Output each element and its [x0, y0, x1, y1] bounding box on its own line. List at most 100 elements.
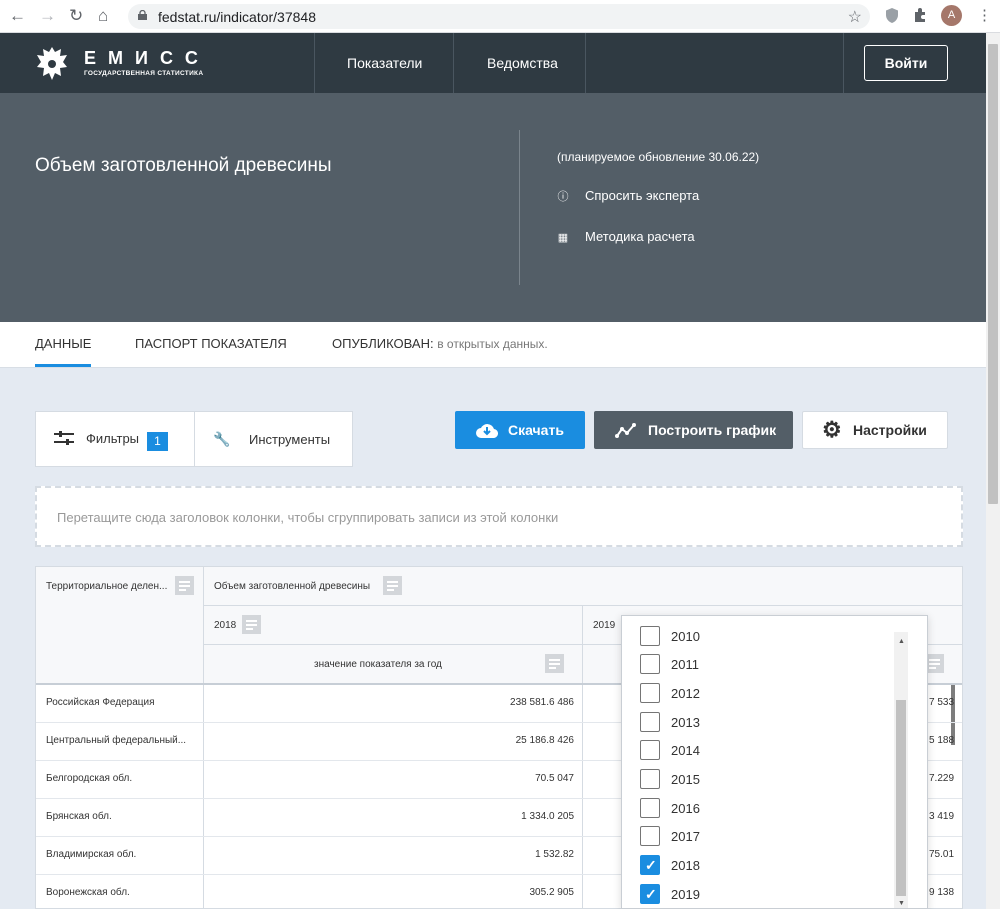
group-drop-zone[interactable]: Перетащите сюда заголовок колонки, чтобы…: [35, 486, 963, 547]
nav-indicators[interactable]: Показатели: [347, 55, 422, 71]
tool-divider: [194, 412, 195, 466]
column-menu-icon[interactable]: [383, 576, 402, 595]
year-option-label: 2010: [671, 629, 700, 644]
active-tab-indicator: [35, 364, 91, 367]
line-chart-icon: [615, 423, 636, 438]
back-icon[interactable]: ←: [9, 7, 26, 25]
question-circle-icon: ⓘ: [557, 191, 569, 203]
year-checkbox-checked[interactable]: [640, 884, 660, 904]
url-text: fedstat.ru/indicator/37848: [158, 9, 316, 25]
reload-icon[interactable]: ↻: [69, 7, 83, 25]
wrench-icon: 🔧: [213, 431, 231, 447]
calculator-icon: ▦: [557, 232, 569, 244]
browser-toolbar: ← → ↻ ⌂ fedstat.ru/indicator/37848 ☆ A ⋮: [0, 0, 1000, 33]
nav-divider: [314, 33, 315, 93]
row-value-2018: 1 334.0 205: [521, 811, 574, 822]
login-button[interactable]: Войти: [864, 45, 948, 81]
sub-header-annual-value: значение показателя за год: [314, 659, 442, 670]
address-bar[interactable]: fedstat.ru/indicator/37848 ☆: [128, 4, 870, 29]
year-checkbox[interactable]: [640, 826, 660, 846]
profile-avatar[interactable]: A: [941, 5, 962, 26]
row-territory: Российская Федерация: [46, 697, 155, 708]
column-header-territory[interactable]: Территориальное делен...: [46, 581, 167, 592]
nav-divider: [585, 33, 586, 93]
published-status: ОПУБЛИКОВАН: в открытых данных.: [332, 336, 548, 351]
year-checkbox[interactable]: [640, 626, 660, 646]
extensions-icon[interactable]: [913, 8, 928, 23]
cloud-download-icon: [476, 424, 498, 438]
year-checkbox[interactable]: [640, 798, 660, 818]
column-menu-icon[interactable]: [242, 615, 261, 634]
gear-icon: ⚙: [822, 417, 842, 442]
year-option-label: 2014: [671, 743, 700, 758]
tools-label: Инструменты: [249, 432, 331, 447]
bookmark-star-icon[interactable]: ☆: [848, 7, 862, 27]
group-zone-hint: Перетащите сюда заголовок колонки, чтобы…: [57, 510, 559, 525]
nav-agencies[interactable]: Ведомства: [487, 55, 558, 71]
filters-button[interactable]: Фильтры 1: [54, 431, 169, 451]
column-menu-icon[interactable]: [175, 576, 194, 595]
row-value-2018: 70.5 047: [535, 773, 574, 784]
year-checkbox[interactable]: [640, 712, 660, 732]
row-value-2018: 25 186.8 426: [515, 735, 574, 746]
download-button[interactable]: Скачать: [455, 411, 585, 449]
row-territory: Центральный федеральный...: [46, 735, 187, 746]
shield-icon[interactable]: [886, 8, 898, 23]
row-value-2019: 9 138: [929, 887, 955, 898]
nav-divider: [453, 33, 454, 93]
logo-title[interactable]: ЕМИСС: [84, 48, 210, 69]
row-value-2019: 7 533: [929, 697, 955, 708]
row-value-2019: 5 188: [929, 735, 955, 746]
row-territory: Воронежская обл.: [46, 887, 130, 898]
column-header-year-2018[interactable]: 2018: [214, 620, 236, 631]
column-menu-icon[interactable]: [545, 654, 564, 673]
methodology-label: Методика расчета: [585, 229, 695, 244]
ask-expert-link[interactable]: ⓘ Спросить эксперта: [557, 188, 700, 204]
filters-label: Фильтры: [86, 431, 140, 446]
row-territory: Белгородская обл.: [46, 773, 133, 784]
row-value-2019: 75.01: [929, 849, 955, 860]
year-option-label: 2012: [671, 686, 700, 701]
year-checkbox[interactable]: [640, 654, 660, 674]
nav-divider: [843, 33, 844, 93]
forward-icon[interactable]: →: [39, 7, 56, 25]
published-value: в открытых данных.: [437, 337, 548, 351]
methodology-link[interactable]: ▦ Методика расчета: [557, 229, 695, 244]
year-checkbox-checked[interactable]: [640, 855, 660, 875]
scroll-down-arrow-icon[interactable]: ▼: [898, 900, 905, 907]
column-header-measure[interactable]: Объем заготовленной древесины: [214, 581, 370, 592]
hero-divider: [519, 130, 520, 285]
column-header-year-2019[interactable]: 2019: [593, 620, 615, 631]
tab-bar: ДАННЫЕ ПАСПОРТ ПОКАЗАТЕЛЯ ОПУБЛИКОВАН: в…: [0, 322, 986, 368]
ask-expert-label: Спросить эксперта: [585, 188, 700, 203]
year-checkbox[interactable]: [640, 740, 660, 760]
row-territory: Брянская обл.: [46, 811, 112, 822]
dropdown-scrollbar-thumb[interactable]: [896, 700, 906, 896]
filter-tools-panel: Фильтры 1 🔧 Инструменты: [35, 411, 353, 467]
row-value-2018: 238 581.6 486: [510, 697, 574, 708]
build-chart-button[interactable]: Построить график: [594, 411, 793, 449]
row-territory: Владимирская обл.: [46, 849, 137, 860]
home-icon[interactable]: ⌂: [98, 7, 108, 25]
year-checkbox[interactable]: [640, 769, 660, 789]
scroll-up-arrow-icon[interactable]: ▲: [898, 638, 905, 645]
year-option-label: 2015: [671, 772, 700, 787]
settings-button[interactable]: ⚙ Настройки: [802, 411, 948, 449]
settings-label: Настройки: [853, 422, 927, 438]
published-label: ОПУБЛИКОВАН:: [332, 336, 434, 351]
row-value-2019: 3 419: [929, 811, 955, 822]
page-scrollbar-thumb[interactable]: [988, 44, 998, 504]
eagle-emblem-icon[interactable]: [34, 44, 70, 82]
update-note: (планируемое обновление 30.06.22): [557, 150, 760, 164]
filters-icon: [54, 431, 74, 445]
filters-count-badge: 1: [147, 432, 169, 451]
build-chart-label: Построить график: [648, 422, 777, 438]
year-option-label: 2019: [671, 887, 700, 902]
lock-icon: [138, 10, 147, 20]
tab-data[interactable]: ДАННЫЕ: [35, 336, 91, 351]
grid-line: [204, 605, 962, 606]
year-checkbox[interactable]: [640, 683, 660, 703]
tab-passport[interactable]: ПАСПОРТ ПОКАЗАТЕЛЯ: [135, 336, 287, 351]
menu-kebab-icon[interactable]: ⋮: [977, 7, 992, 25]
tools-button[interactable]: 🔧 Инструменты: [213, 431, 330, 448]
